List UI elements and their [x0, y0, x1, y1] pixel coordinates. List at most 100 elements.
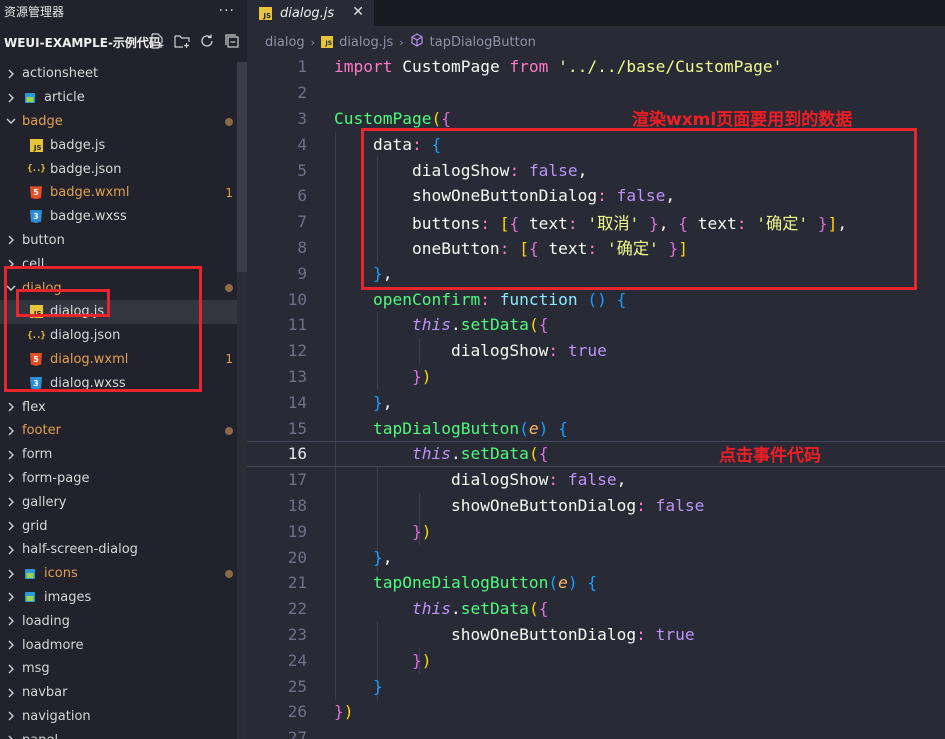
chevron-right-icon[interactable] [4, 448, 18, 462]
tree-folder[interactable]: panel [0, 728, 247, 739]
code-line[interactable]: 13 }) [247, 364, 945, 390]
chevron-right-icon[interactable] [4, 709, 18, 723]
chevron-down-icon[interactable] [4, 114, 18, 128]
tree-folder[interactable]: button [0, 229, 247, 253]
code-token: () { [587, 289, 627, 309]
tree-file[interactable]: 5 badge.wxml 1 [0, 181, 247, 205]
code-line[interactable]: 23 showOneButtonDialog: true [247, 622, 945, 648]
breadcrumb-symbol[interactable]: tapDialogButton [430, 35, 536, 50]
code-line[interactable]: 22 this.setData({ [247, 596, 945, 622]
tree-item-label: flex [22, 399, 46, 415]
chevron-right-icon[interactable] [4, 233, 18, 247]
more-actions-icon[interactable]: ··· [219, 3, 235, 19]
code-line[interactable]: 1 import CustomPage from '../../base/Cust… [247, 54, 945, 80]
code-line[interactable]: 2 [247, 80, 945, 106]
line-number: 26 [287, 702, 307, 722]
tree-folder[interactable]: half-screen-dialog [0, 538, 247, 562]
code-token: , [616, 470, 627, 490]
dialog-folder-highlight-box [4, 266, 202, 392]
chevron-right-icon[interactable] [4, 495, 18, 509]
chevron-right-icon[interactable] [4, 543, 18, 557]
chevron-right-icon[interactable] [4, 424, 18, 438]
tab-label: dialog.js [280, 5, 335, 21]
tree-folder[interactable]: flex [0, 395, 247, 419]
project-header[interactable]: WEUI-EXAMPLE-示例代码 [0, 22, 247, 62]
code-token: setData [460, 444, 529, 464]
tree-folder[interactable]: icons [0, 562, 247, 586]
tree-item-label: form [22, 447, 53, 463]
tree-folder[interactable]: navbar [0, 681, 247, 705]
code-line[interactable]: 18 showOneButtonDialog: false [247, 493, 945, 519]
code-token: from [509, 57, 559, 77]
code-line[interactable]: 11 this.setData({ [247, 312, 945, 338]
code-text: showOneButtonDialog: false [334, 496, 704, 515]
tree-item-label: images [44, 589, 92, 605]
chevron-right-icon[interactable] [4, 590, 18, 604]
code-line[interactable]: 20 }, [247, 544, 945, 570]
code-token: : [548, 470, 568, 490]
chevron-right-icon[interactable] [4, 400, 18, 414]
collapse-all-icon[interactable] [223, 32, 241, 50]
code-line[interactable]: 12 dialogShow: true [247, 338, 945, 364]
code-line[interactable]: 25 } [247, 673, 945, 699]
code-text: CustomPage({ [334, 109, 451, 128]
code-line[interactable]: 15 tapDialogButton(e) { [247, 415, 945, 441]
tree-file[interactable]: JS badge.js [0, 133, 247, 157]
code-token: false [655, 495, 705, 515]
refresh-icon[interactable] [198, 32, 216, 50]
tree-file[interactable]: 3 badge.wxss [0, 205, 247, 229]
tree-folder[interactable]: navigation [0, 705, 247, 729]
tree-folder[interactable]: form [0, 443, 247, 467]
tree-folder[interactable]: form-page [0, 467, 247, 491]
code-token: : [636, 495, 656, 515]
close-tab-icon[interactable]: ✕ [352, 4, 364, 20]
editor-tab-bar: JS dialog.js ✕ [247, 0, 945, 26]
tree-folder[interactable]: msg [0, 657, 247, 681]
tree-file[interactable]: {..} badge.json [0, 157, 247, 181]
chevron-right-icon[interactable] [4, 638, 18, 652]
tree-folder[interactable]: article [0, 86, 247, 110]
new-folder-icon[interactable] [173, 32, 191, 50]
tree-folder[interactable]: grid [0, 514, 247, 538]
chevron-right-icon[interactable] [4, 519, 18, 533]
line-number: 24 [287, 650, 307, 670]
code-line[interactable]: 24 }) [247, 647, 945, 673]
tree-folder[interactable]: footer [0, 419, 247, 443]
chevron-right-icon[interactable] [4, 733, 18, 739]
tree-folder[interactable]: actionsheet [0, 62, 247, 86]
tree-folder[interactable]: badge [0, 110, 247, 134]
sidebar-scrollbar-thumb[interactable] [237, 62, 247, 272]
chevron-right-icon[interactable] [4, 686, 18, 700]
data-annotation-note: 渲染wxml页面要用到的数据 [632, 110, 853, 130]
chevron-right-icon[interactable] [4, 662, 18, 676]
code-token: dialogShow [334, 470, 549, 490]
tree-item-label: grid [22, 518, 48, 534]
code-line[interactable]: 10 openConfirm: function () { [247, 286, 945, 312]
tree-folder[interactable]: loading [0, 609, 247, 633]
tree-item-label: badge.wxss [50, 209, 127, 225]
code-text: import CustomPage from '../../base/Custo… [334, 57, 782, 76]
line-number: 16 [287, 444, 307, 464]
breadcrumb-file[interactable]: dialog.js [339, 35, 393, 50]
chevron-right-icon[interactable] [4, 567, 18, 581]
chevron-right-icon[interactable] [4, 67, 18, 81]
tree-item-label: badge.wxml [50, 185, 130, 201]
tree-folder[interactable]: loadmore [0, 633, 247, 657]
code-line[interactable]: 14 }, [247, 389, 945, 415]
new-file-icon[interactable] [148, 32, 166, 50]
tree-folder[interactable]: images [0, 586, 247, 610]
code-line[interactable]: 16 this.setData({ [247, 441, 945, 467]
breadcrumb-folder[interactable]: dialog [265, 35, 305, 50]
code-line[interactable]: 21 tapOneDialogButton(e) { [247, 570, 945, 596]
code-line[interactable]: 27 [247, 725, 945, 739]
chevron-right-icon[interactable] [4, 471, 18, 485]
code-line[interactable]: 26}) [247, 699, 945, 725]
code-line[interactable]: 19 }) [247, 518, 945, 544]
tree-item-label: loadmore [22, 637, 84, 653]
chevron-right-icon[interactable] [4, 614, 18, 628]
chevron-right-icon[interactable] [4, 91, 18, 105]
code-line[interactable]: 17 dialogShow: false, [247, 467, 945, 493]
code-text: }) [334, 367, 432, 386]
tab-dialog-js[interactable]: JS dialog.js ✕ [247, 0, 374, 26]
tree-folder[interactable]: gallery [0, 490, 247, 514]
